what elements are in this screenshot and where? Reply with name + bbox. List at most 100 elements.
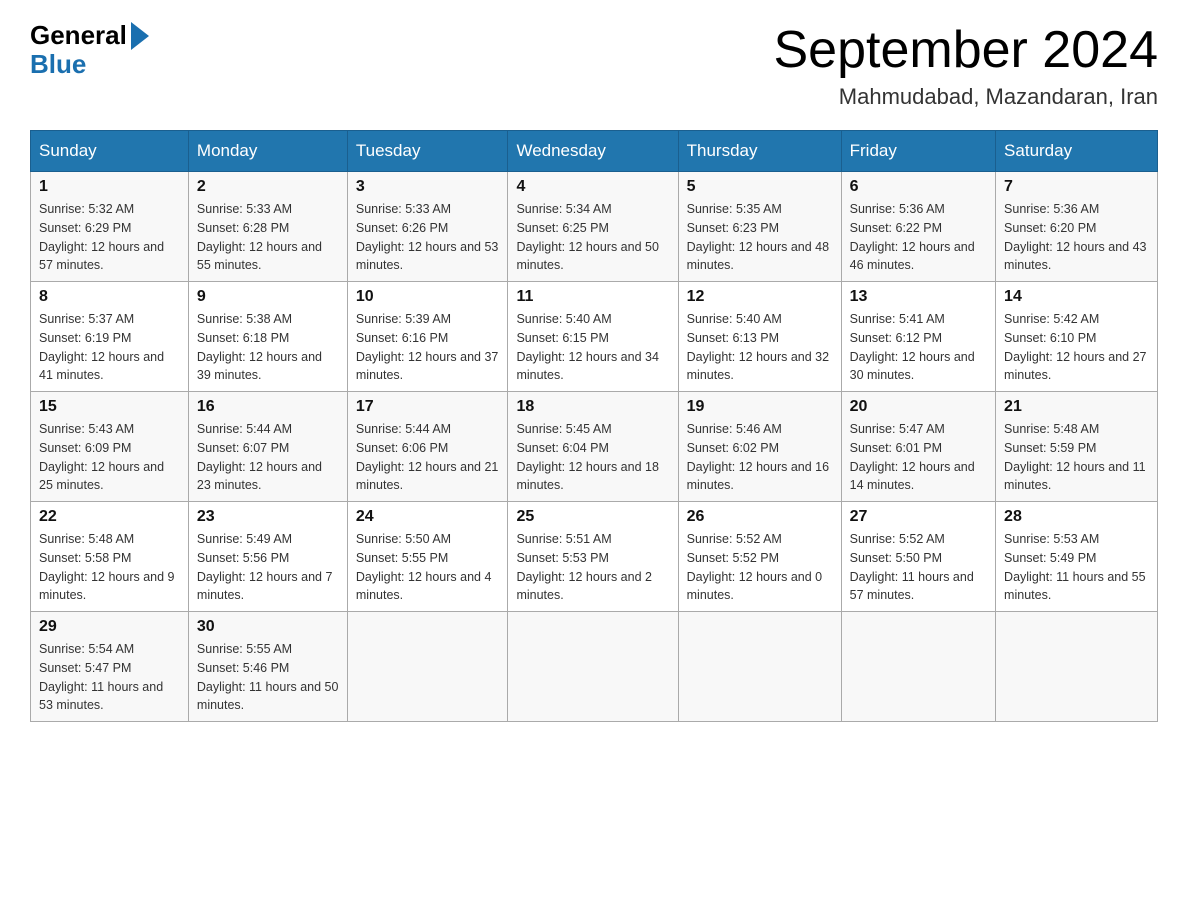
calendar-cell: 27 Sunrise: 5:52 AMSunset: 5:50 PMDayligh… [841,502,995,612]
week-row-4: 22 Sunrise: 5:48 AMSunset: 5:58 PMDayligh… [31,502,1158,612]
day-info: Sunrise: 5:37 AMSunset: 6:19 PMDaylight:… [39,312,164,382]
day-info: Sunrise: 5:45 AMSunset: 6:04 PMDaylight:… [516,422,658,492]
day-info: Sunrise: 5:49 AMSunset: 5:56 PMDaylight:… [197,532,333,602]
day-info: Sunrise: 5:47 AMSunset: 6:01 PMDaylight:… [850,422,975,492]
calendar-cell: 5 Sunrise: 5:35 AMSunset: 6:23 PMDaylight… [678,172,841,282]
day-number: 22 [39,508,180,526]
calendar-cell: 25 Sunrise: 5:51 AMSunset: 5:53 PMDayligh… [508,502,678,612]
calendar-cell: 18 Sunrise: 5:45 AMSunset: 6:04 PMDayligh… [508,392,678,502]
day-number: 5 [687,178,833,196]
header-sunday: Sunday [31,131,189,172]
day-number: 25 [516,508,669,526]
calendar-table: Sunday Monday Tuesday Wednesday Thursday… [30,130,1158,722]
day-info: Sunrise: 5:41 AMSunset: 6:12 PMDaylight:… [850,312,975,382]
calendar-cell: 12 Sunrise: 5:40 AMSunset: 6:13 PMDayligh… [678,282,841,392]
calendar-cell: 13 Sunrise: 5:41 AMSunset: 6:12 PMDayligh… [841,282,995,392]
day-number: 21 [1004,398,1149,416]
day-number: 9 [197,288,339,306]
week-row-1: 1 Sunrise: 5:32 AMSunset: 6:29 PMDaylight… [31,172,1158,282]
calendar-cell: 1 Sunrise: 5:32 AMSunset: 6:29 PMDaylight… [31,172,189,282]
day-number: 27 [850,508,987,526]
calendar-cell: 8 Sunrise: 5:37 AMSunset: 6:19 PMDaylight… [31,282,189,392]
calendar-cell: 10Sunrise: 5:39 AMSunset: 6:16 PMDayligh… [347,282,508,392]
calendar-cell: 14 Sunrise: 5:42 AMSunset: 6:10 PMDayligh… [996,282,1158,392]
day-number: 13 [850,288,987,306]
calendar-cell: 2 Sunrise: 5:33 AMSunset: 6:28 PMDaylight… [188,172,347,282]
day-number: 28 [1004,508,1149,526]
day-info: Sunrise: 5:53 AMSunset: 5:49 PMDaylight:… [1004,532,1146,602]
day-number: 6 [850,178,987,196]
header-thursday: Thursday [678,131,841,172]
day-info: Sunrise: 5:43 AMSunset: 6:09 PMDaylight:… [39,422,164,492]
day-info: Sunrise: 5:52 AMSunset: 5:50 PMDaylight:… [850,532,974,602]
day-info: Sunrise: 5:50 AMSunset: 5:55 PMDaylight:… [356,532,492,602]
day-info: Sunrise: 5:51 AMSunset: 5:53 PMDaylight:… [516,532,652,602]
day-number: 23 [197,508,339,526]
day-info: Sunrise: 5:42 AMSunset: 6:10 PMDaylight:… [1004,312,1146,382]
calendar-cell: 24 Sunrise: 5:50 AMSunset: 5:55 PMDayligh… [347,502,508,612]
logo-general-text: General [30,20,127,51]
day-info: Sunrise: 5:35 AMSunset: 6:23 PMDaylight:… [687,202,829,272]
day-number: 2 [197,178,339,196]
day-number: 15 [39,398,180,416]
calendar-cell [347,612,508,722]
day-number: 17 [356,398,500,416]
day-number: 12 [687,288,833,306]
calendar-cell: 21 Sunrise: 5:48 AMSunset: 5:59 PMDayligh… [996,392,1158,502]
calendar-cell: 30Sunrise: 5:55 AMSunset: 5:46 PMDayligh… [188,612,347,722]
logo-arrow-icon [131,22,149,50]
calendar-cell [678,612,841,722]
day-info: Sunrise: 5:44 AMSunset: 6:07 PMDaylight:… [197,422,322,492]
calendar-cell: 17 Sunrise: 5:44 AMSunset: 6:06 PMDayligh… [347,392,508,502]
day-info: Sunrise: 5:33 AMSunset: 6:28 PMDaylight:… [197,202,322,272]
calendar-cell: 19 Sunrise: 5:46 AMSunset: 6:02 PMDayligh… [678,392,841,502]
day-info: Sunrise: 5:32 AMSunset: 6:29 PMDaylight:… [39,202,164,272]
day-info: Sunrise: 5:40 AMSunset: 6:15 PMDaylight:… [516,312,658,382]
calendar-cell: 23 Sunrise: 5:49 AMSunset: 5:56 PMDayligh… [188,502,347,612]
day-info: Sunrise: 5:48 AMSunset: 5:59 PMDaylight:… [1004,422,1146,492]
calendar-cell: 29 Sunrise: 5:54 AMSunset: 5:47 PMDayligh… [31,612,189,722]
day-number: 19 [687,398,833,416]
day-info: Sunrise: 5:48 AMSunset: 5:58 PMDaylight:… [39,532,175,602]
header-row: Sunday Monday Tuesday Wednesday Thursday… [31,131,1158,172]
day-info: Sunrise: 5:46 AMSunset: 6:02 PMDaylight:… [687,422,829,492]
day-number: 29 [39,618,180,636]
header-wednesday: Wednesday [508,131,678,172]
header-tuesday: Tuesday [347,131,508,172]
calendar-cell: 15 Sunrise: 5:43 AMSunset: 6:09 PMDayligh… [31,392,189,502]
calendar-cell: 3 Sunrise: 5:33 AMSunset: 6:26 PMDaylight… [347,172,508,282]
calendar-cell: 4 Sunrise: 5:34 AMSunset: 6:25 PMDaylight… [508,172,678,282]
header-friday: Friday [841,131,995,172]
day-number: 10 [356,288,500,306]
day-number: 14 [1004,288,1149,306]
calendar-cell: 7Sunrise: 5:36 AMSunset: 6:20 PMDaylight… [996,172,1158,282]
day-number: 3 [356,178,500,196]
calendar-cell: 16Sunrise: 5:44 AMSunset: 6:07 PMDayligh… [188,392,347,502]
day-number: 30 [197,618,339,636]
day-info: Sunrise: 5:44 AMSunset: 6:06 PMDaylight:… [356,422,498,492]
calendar-title: September 2024 [774,20,1159,80]
day-info: Sunrise: 5:54 AMSunset: 5:47 PMDaylight:… [39,642,163,712]
day-number: 4 [516,178,669,196]
day-info: Sunrise: 5:52 AMSunset: 5:52 PMDaylight:… [687,532,823,602]
day-number: 8 [39,288,180,306]
day-number: 18 [516,398,669,416]
location-title: Mahmudabad, Mazandaran, Iran [774,84,1159,110]
day-info: Sunrise: 5:40 AMSunset: 6:13 PMDaylight:… [687,312,829,382]
header-saturday: Saturday [996,131,1158,172]
calendar-cell [841,612,995,722]
calendar-cell: 22 Sunrise: 5:48 AMSunset: 5:58 PMDayligh… [31,502,189,612]
calendar-cell: 6Sunrise: 5:36 AMSunset: 6:22 PMDaylight… [841,172,995,282]
week-row-5: 29 Sunrise: 5:54 AMSunset: 5:47 PMDayligh… [31,612,1158,722]
day-number: 1 [39,178,180,196]
page-header: General Blue September 2024 Mahmudabad, … [30,20,1158,110]
day-number: 11 [516,288,669,306]
calendar-cell: 20Sunrise: 5:47 AMSunset: 6:01 PMDayligh… [841,392,995,502]
day-info: Sunrise: 5:33 AMSunset: 6:26 PMDaylight:… [356,202,498,272]
calendar-cell: 26 Sunrise: 5:52 AMSunset: 5:52 PMDayligh… [678,502,841,612]
day-info: Sunrise: 5:34 AMSunset: 6:25 PMDaylight:… [516,202,658,272]
day-number: 24 [356,508,500,526]
calendar-cell: 9Sunrise: 5:38 AMSunset: 6:18 PMDaylight… [188,282,347,392]
day-number: 7 [1004,178,1149,196]
day-number: 26 [687,508,833,526]
